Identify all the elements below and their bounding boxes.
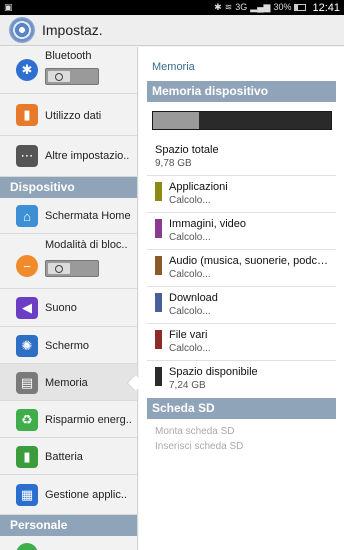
available-label: Spazio disponibile — [169, 366, 258, 378]
images-label: Immagini, video — [169, 218, 247, 230]
nav-label-battery: Batteria — [45, 451, 83, 463]
audio-swatch — [155, 256, 162, 275]
images-value: Calcolo... — [169, 232, 211, 243]
network-type: 3G — [235, 2, 248, 12]
applications-swatch — [155, 182, 162, 201]
nav-item-partial[interactable] — [0, 536, 137, 550]
available-value: 7,24 GB — [169, 380, 206, 391]
misc-swatch — [155, 330, 162, 349]
download-label: Download — [169, 292, 218, 304]
notification-icon: ▣ — [4, 2, 13, 12]
nav-item-power-saving[interactable]: ♻ Risparmio energ.. — [0, 401, 137, 438]
misc-label: File vari — [169, 329, 208, 341]
available-swatch — [155, 367, 162, 386]
nav-label-home-screen: Schermata Home — [45, 210, 131, 222]
header-device-memory: Memoria dispositivo — [147, 81, 336, 102]
nav-label-app-manager: Gestione applic.. — [45, 489, 127, 501]
misc-value: Calcolo... — [169, 343, 211, 354]
audio-value: Calcolo... — [169, 269, 211, 280]
download-value: Calcolo... — [169, 306, 211, 317]
row-total-space: Spazio totale 9,78 GB — [147, 139, 336, 176]
section-dispositivo: Dispositivo — [0, 177, 137, 198]
display-icon: ✺ — [16, 335, 38, 357]
insert-sd-label: Inserisci scheda SD — [155, 441, 244, 452]
more-settings-icon: ⋯ — [16, 145, 38, 167]
section-personale: Personale — [0, 515, 137, 536]
row-download[interactable]: Download Calcolo... — [147, 287, 336, 324]
status-bar: ▣ ✱ ≋ 3G ▂▄▆ 30% 12:41 — [0, 0, 344, 15]
nav-label-bluetooth: Bluetooth — [45, 50, 92, 62]
row-applications[interactable]: Applicazioni Calcolo... — [147, 176, 336, 213]
row-audio[interactable]: Audio (musica, suonerie, podcast... Calc… — [147, 250, 336, 287]
row-available-space: Spazio disponibile 7,24 GB — [147, 361, 336, 398]
nav-label-display: Schermo — [45, 340, 90, 352]
total-space-label: Spazio totale — [155, 144, 219, 156]
nav-item-bluetooth[interactable]: ✱ Bluetooth — [0, 47, 137, 94]
download-swatch — [155, 293, 162, 312]
battery-percent: 30% — [273, 2, 292, 12]
home-icon: ⌂ — [16, 205, 38, 227]
total-space-value: 9,78 GB — [155, 158, 192, 169]
app-manager-icon: ▦ — [16, 484, 38, 506]
app-title: Impostaz. — [42, 22, 103, 38]
images-swatch — [155, 219, 162, 238]
nav-item-storage[interactable]: ▤ Memoria — [0, 364, 137, 401]
nav-item-home-screen[interactable]: ⌂ Schermata Home — [0, 198, 137, 234]
breadcrumb: Memoria — [152, 61, 195, 73]
storage-used-fill — [153, 112, 200, 129]
row-misc-files[interactable]: File vari Calcolo... — [147, 324, 336, 361]
nav-item-battery[interactable]: ▮ Batteria — [0, 438, 137, 475]
bluetooth-toggle[interactable] — [45, 68, 99, 85]
nav-item-more-settings[interactable]: ⋯ Altre impostazio.. — [0, 136, 137, 177]
battery-status-icon — [294, 4, 307, 11]
applications-label: Applicazioni — [169, 181, 228, 193]
nav-label-blocking-mode: Modalità di bloc.. — [45, 239, 128, 251]
wifi-icon: ≋ — [224, 2, 233, 12]
blocking-mode-toggle[interactable] — [45, 260, 99, 277]
bluetooth-icon: ✱ — [16, 59, 38, 81]
nav-item-data-usage[interactable]: ▮ Utilizzo dati — [0, 94, 137, 136]
account-icon — [16, 543, 38, 550]
nav-item-sound[interactable]: ◀ Suono — [0, 289, 137, 327]
nav-label-storage: Memoria — [45, 377, 88, 389]
storage-icon: ▤ — [16, 372, 38, 394]
settings-gear-icon[interactable] — [10, 18, 34, 42]
nav-label-sound: Suono — [45, 302, 77, 314]
action-bar: Impostaz. — [0, 15, 344, 46]
power-saving-icon: ♻ — [16, 409, 38, 431]
storage-usage-bar — [152, 111, 332, 130]
signal-icon: ▂▄▆ — [250, 2, 271, 12]
nav-item-display[interactable]: ✺ Schermo — [0, 327, 137, 364]
row-images-video[interactable]: Immagini, video Calcolo... — [147, 213, 336, 250]
audio-label: Audio (musica, suonerie, podcast... — [169, 255, 333, 267]
blocking-mode-icon: − — [16, 255, 38, 277]
sound-icon: ◀ — [16, 297, 38, 319]
nav-item-app-manager[interactable]: ▦ Gestione applic.. — [0, 475, 137, 515]
nav-label-more-settings: Altre impostazio.. — [45, 150, 130, 162]
data-usage-icon: ▮ — [16, 104, 38, 126]
applications-value: Calcolo... — [169, 195, 211, 206]
clock: 12:41 — [312, 1, 340, 14]
nav-label-power-saving: Risparmio energ.. — [45, 414, 132, 426]
mount-sd-button[interactable]: Monta scheda SD — [155, 426, 235, 437]
settings-nav: ✱ Bluetooth ▮ Utilizzo dati ⋯ Altre impo… — [0, 47, 138, 550]
storage-detail-pane: Memoria Memoria dispositivo Spazio total… — [139, 47, 344, 550]
battery-icon: ▮ — [16, 446, 38, 468]
header-sd-card: Scheda SD — [147, 398, 336, 419]
nav-label-data-usage: Utilizzo dati — [45, 110, 102, 122]
nav-item-blocking-mode[interactable]: − Modalità di bloc.. — [0, 234, 137, 289]
bluetooth-status-icon: ✱ — [214, 2, 222, 12]
